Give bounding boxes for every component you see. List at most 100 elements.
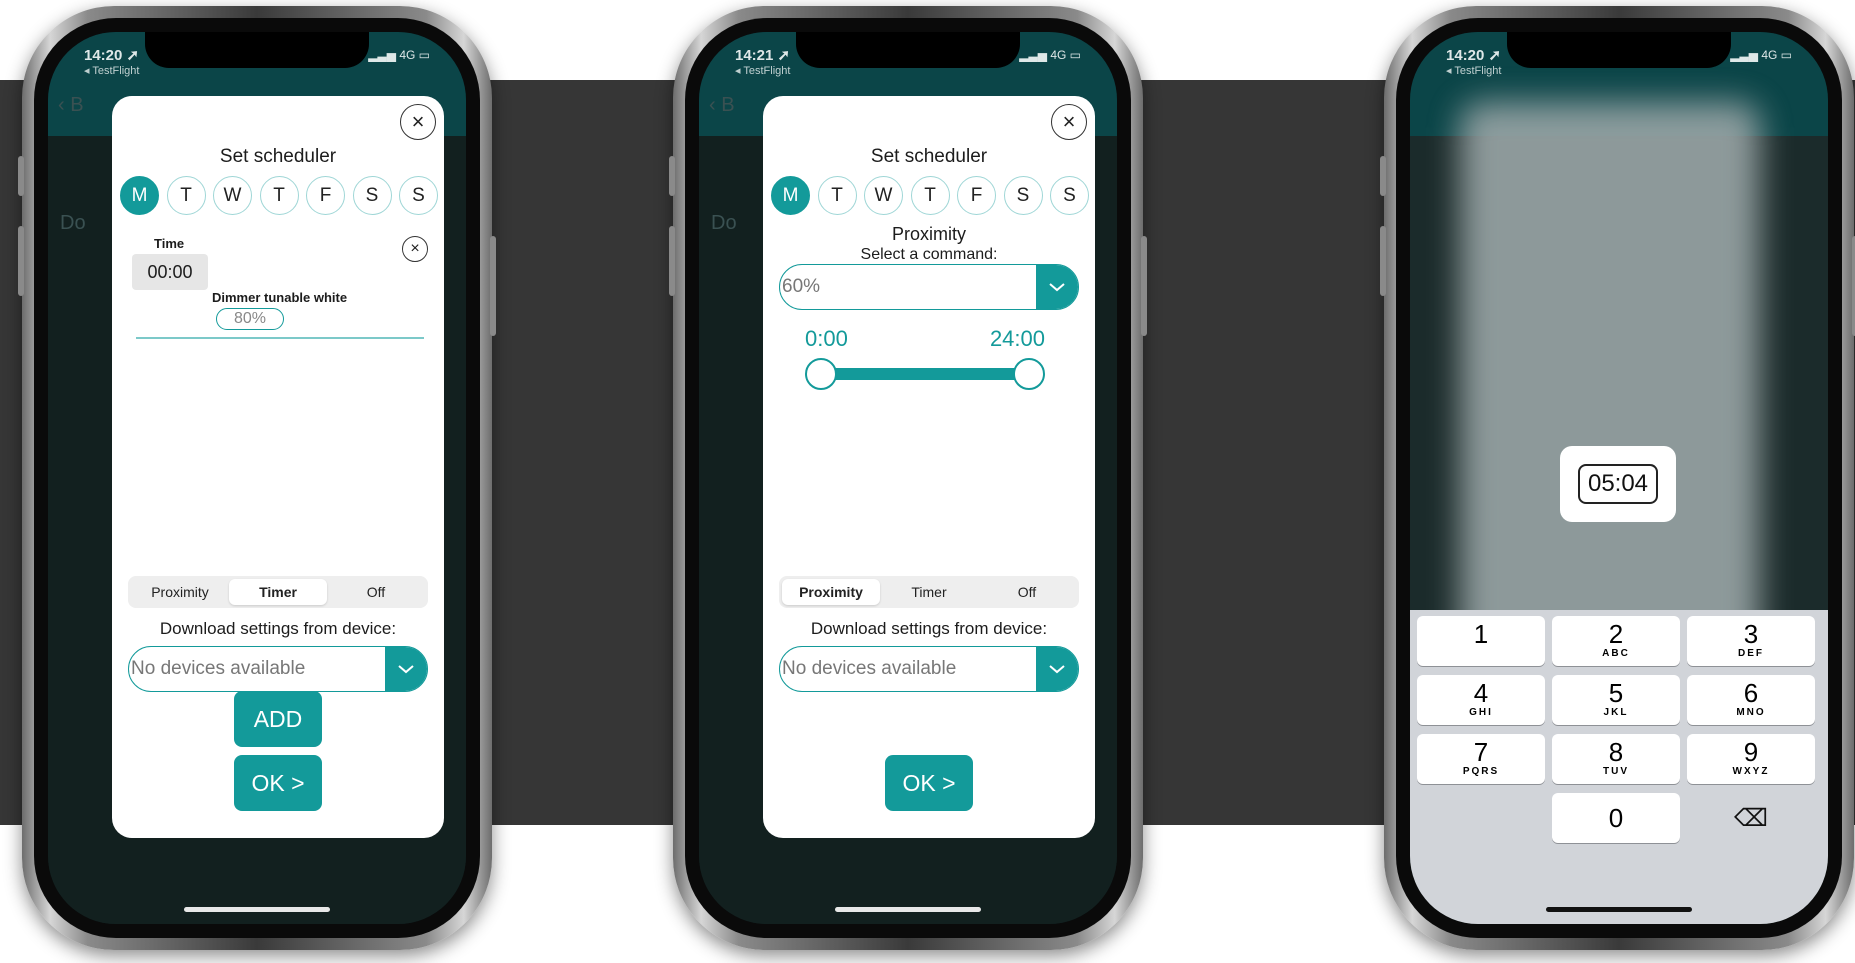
close-icon[interactable]: × [1051, 104, 1087, 140]
modal-title: Set scheduler [219, 146, 337, 167]
day-monday[interactable]: M [120, 176, 159, 215]
device-dropdown[interactable]: No devices available [128, 646, 428, 692]
key-2[interactable]: 2 ABC [1552, 616, 1680, 666]
delete-key-icon[interactable]: ⌫ [1687, 793, 1815, 843]
signal-battery: ▂▃▅ 4G ▭ [368, 48, 430, 62]
phone-2-screen: 14:21 ➚ ◂ TestFlight ▂▃▅ 4G ▭ ‹ B Do × S… [699, 32, 1117, 924]
signal-battery: ▂▃▅ 4G ▭ [1019, 48, 1081, 62]
day-wednesday[interactable]: W [213, 176, 252, 215]
day-thursday[interactable]: T [910, 176, 950, 215]
close-icon[interactable]: × [400, 104, 436, 140]
blurred-modal [1460, 102, 1760, 662]
back-chevron-icon[interactable]: ‹ B [58, 94, 84, 117]
device-dropdown[interactable]: No devices available [779, 646, 1079, 692]
key-1[interactable]: 1 [1417, 616, 1545, 666]
remove-entry-icon[interactable]: × [402, 236, 428, 262]
time-label: Time [154, 236, 185, 251]
command-dropdown[interactable]: 60% [779, 264, 1079, 310]
header-label: B [721, 94, 735, 116]
tab-proximity[interactable]: Proximity [782, 579, 880, 605]
phone-3-screen: 14:20 ➚ ◂ TestFlight ▂▃▅ 4G ▭ 05:04 1 2A… [1410, 32, 1828, 924]
day-wednesday[interactable]: W [864, 176, 903, 215]
day-tuesday[interactable]: T [166, 176, 206, 215]
day-sunday[interactable]: S [1050, 176, 1089, 215]
background-row-label: Do [711, 212, 737, 234]
tab-proximity[interactable]: Proximity [131, 579, 229, 605]
time-range-slider[interactable] [805, 358, 1045, 390]
phone-3: 14:20 ➚ ◂ TestFlight ▂▃▅ 4G ▭ 05:04 1 2A… [1380, 6, 1855, 950]
tab-off[interactable]: Off [978, 579, 1076, 605]
time-field[interactable]: 00:00 [132, 254, 208, 290]
showcase-stage: 14:20 ➚ ◂ TestFlight ▂▃▅ 4G ▭ ‹ B Do × S… [0, 0, 1855, 963]
slider-track [821, 368, 1029, 380]
day-saturday[interactable]: S [1003, 176, 1043, 215]
signal-battery: ▂▃▅ 4G ▭ [1730, 48, 1792, 62]
download-label: Download settings from device: [159, 619, 397, 638]
scheduler-modal: × Set scheduler M T W T F S S Time 00:00… [112, 96, 444, 838]
status-time: 14:20 ➚ [84, 47, 140, 64]
device-label: Dimmer tunable white [212, 290, 348, 305]
back-to-testflight[interactable]: ◂ TestFlight [1446, 64, 1501, 77]
scheduler-modal: × Set scheduler M T W T F S S Proximity … [763, 96, 1095, 838]
home-indicator[interactable] [835, 907, 981, 912]
key-7[interactable]: 7 PQRS [1417, 734, 1545, 784]
mode-heading: Proximity [891, 224, 966, 244]
notch [796, 32, 1020, 68]
slider-start-handle[interactable] [805, 358, 837, 390]
header-label: B [70, 94, 84, 116]
tab-timer[interactable]: Timer [229, 579, 327, 605]
day-saturday[interactable]: S [352, 176, 392, 215]
notch [145, 32, 369, 68]
tab-timer[interactable]: Timer [880, 579, 978, 605]
weekday-selector: M T W T F S S [120, 176, 438, 215]
phone-1-screen: 14:20 ➚ ◂ TestFlight ▂▃▅ 4G ▭ ‹ B Do × S… [48, 32, 466, 924]
status-time: 14:21 ➚ [735, 47, 791, 64]
back-to-testflight[interactable]: ◂ TestFlight [735, 64, 790, 77]
download-label: Download settings from device: [810, 619, 1048, 638]
key-9[interactable]: 9 WXYZ [1687, 734, 1815, 784]
range-end-label: 24:00 [989, 326, 1045, 351]
key-4[interactable]: 4 GHI [1417, 675, 1545, 725]
status-time: 14:20 ➚ [1446, 47, 1502, 64]
time-picker-popup: 05:04 [1560, 446, 1676, 522]
back-to-testflight[interactable]: ◂ TestFlight [84, 64, 139, 77]
phone-1: 14:20 ➚ ◂ TestFlight ▂▃▅ 4G ▭ ‹ B Do × S… [18, 6, 496, 950]
mode-segmented-control: Proximity Timer Off [779, 576, 1079, 608]
background-row-label: Do [60, 212, 86, 234]
numeric-keypad: 1 2 ABC 3 DEF 4 GHI 5 JKL 6 MNO 7 PQRS 8 TUV 9W… [1410, 610, 1828, 924]
chevron-down-icon [385, 647, 427, 691]
day-thursday[interactable]: T [259, 176, 299, 215]
device-value-pill[interactable]: 80% [216, 308, 284, 330]
ok-button[interactable]: OK > [885, 755, 973, 811]
add-button[interactable]: ADD [234, 691, 322, 747]
tab-off[interactable]: Off [327, 579, 425, 605]
key-5[interactable]: 5 JKL [1552, 675, 1680, 725]
slider-end-handle[interactable] [1013, 358, 1045, 390]
back-chevron-icon[interactable]: ‹ B [709, 94, 735, 117]
phone-2: 14:21 ➚ ◂ TestFlight ▂▃▅ 4G ▭ ‹ B Do × S… [669, 6, 1147, 950]
day-friday[interactable]: F [306, 176, 345, 215]
key-0[interactable]: 0 [1552, 793, 1680, 843]
timer-entry: Time 00:00 × Dimmer tunable white 80% [132, 236, 428, 339]
device-dropdown-value: No devices available [782, 658, 957, 679]
mode-segmented-control: Proximity Timer Off [128, 576, 428, 608]
command-label: Select a command: [860, 246, 998, 263]
weekday-selector: M T W T F S S [771, 176, 1089, 215]
range-start-label: 0:00 [805, 326, 848, 351]
day-sunday[interactable]: S [399, 176, 438, 215]
day-monday[interactable]: M [771, 176, 810, 215]
device-dropdown-value: No devices available [131, 658, 306, 679]
notch [1507, 32, 1731, 68]
command-dropdown-value: 60% [782, 276, 821, 297]
time-picker-value[interactable]: 05:04 [1577, 464, 1659, 504]
home-indicator[interactable] [1546, 907, 1692, 912]
key-8[interactable]: 8 TUV [1552, 734, 1680, 784]
chevron-down-icon [1036, 647, 1078, 691]
home-indicator[interactable] [184, 907, 330, 912]
ok-button[interactable]: OK > [234, 755, 322, 811]
day-tuesday[interactable]: T [817, 176, 857, 215]
key-3[interactable]: 3 DEF [1687, 616, 1815, 666]
key-6[interactable]: 6 MNO [1687, 675, 1815, 725]
chevron-down-icon [1036, 265, 1078, 309]
day-friday[interactable]: F [957, 176, 996, 215]
